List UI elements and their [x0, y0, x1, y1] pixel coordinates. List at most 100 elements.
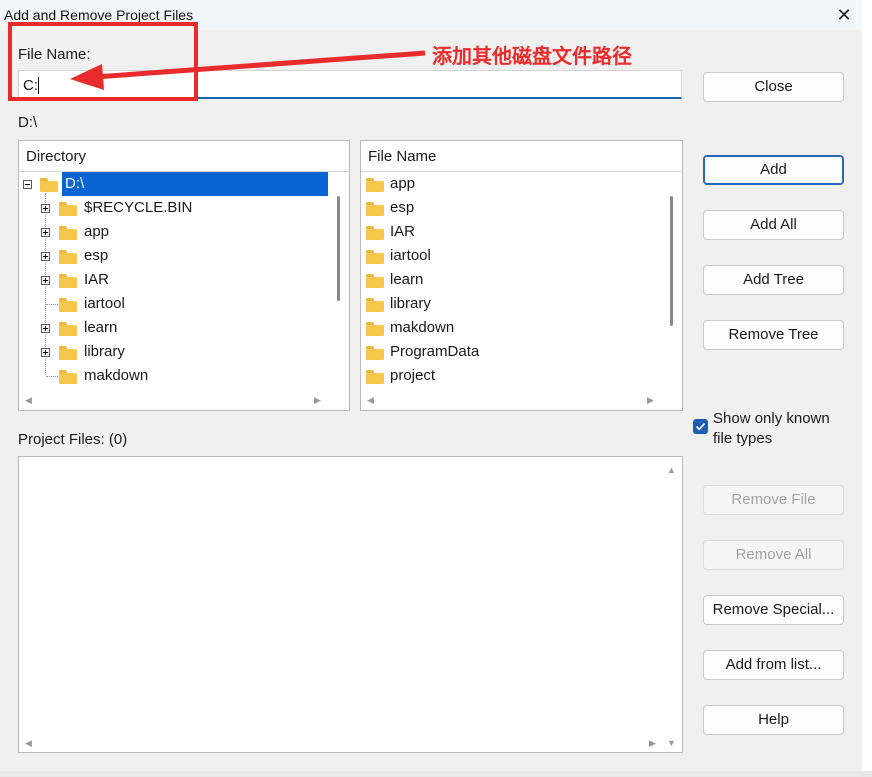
folder-icon [59, 274, 77, 288]
directory-column-header[interactable]: Directory [19, 141, 349, 172]
window-close-icon[interactable]: ✕ [829, 2, 859, 28]
file-vscroll-thumb[interactable] [670, 196, 673, 326]
file-name-column-header[interactable]: File Name [361, 141, 682, 172]
scroll-right-icon[interactable]: ▶ [647, 395, 654, 405]
folder-icon [366, 322, 384, 336]
scroll-up-icon[interactable]: ▲ [667, 465, 676, 475]
folder-icon [366, 274, 384, 288]
expand-icon[interactable] [41, 324, 50, 333]
file-list-item[interactable]: app [361, 172, 661, 196]
scroll-left-icon[interactable]: ◀ [367, 395, 374, 405]
file-list-item[interactable]: makdown [361, 316, 661, 340]
file-list-item[interactable]: iartool [361, 244, 661, 268]
file-list-item[interactable]: esp [361, 196, 661, 220]
directory-tree-item[interactable]: makdown [19, 364, 329, 388]
window-bottom-edge [0, 771, 872, 777]
expand-icon[interactable] [41, 204, 50, 213]
add-from-list-button[interactable]: Add from list... [703, 650, 844, 680]
folder-icon [59, 370, 77, 384]
expand-icon[interactable] [41, 348, 50, 357]
directory-vscroll-thumb[interactable] [337, 196, 340, 301]
scroll-right-icon[interactable]: ▶ [314, 395, 321, 405]
folder-icon [366, 298, 384, 312]
remove-special-button[interactable]: Remove Special... [703, 595, 844, 625]
selection-highlight [62, 172, 328, 196]
file-item-label: app [390, 175, 416, 192]
file-item-label: learn [390, 271, 424, 288]
folder-icon [366, 178, 384, 192]
show-known-label[interactable]: Show only known file types [713, 409, 853, 449]
remove-tree-button[interactable]: Remove Tree [703, 320, 844, 350]
checkmark-icon [695, 422, 706, 431]
remove-file-button[interactable]: Remove File [703, 485, 844, 515]
directory-tree-item[interactable]: esp [19, 244, 329, 268]
file-name-panel[interactable]: File Name app esp IAR iartool learn library ma… [360, 140, 683, 411]
file-item-label: iartool [390, 247, 431, 264]
directory-tree-item[interactable]: app [19, 220, 329, 244]
tree-root-label: D:\ [65, 175, 85, 192]
window-title: Add and Remove Project Files [4, 7, 194, 23]
folder-icon [366, 250, 384, 264]
folder-icon [59, 322, 77, 336]
scroll-down-icon[interactable]: ▼ [667, 738, 676, 748]
add-tree-button[interactable]: Add Tree [703, 265, 844, 295]
window-edge [862, 0, 872, 777]
directory-tree-item[interactable]: $RECYCLE.BIN [19, 196, 329, 220]
directory-tree-item[interactable]: IAR [19, 268, 329, 292]
file-item-label: esp [390, 199, 415, 216]
directory-panel[interactable]: Directory D:\ $RECYCLE.BIN app esp IAR iarto… [18, 140, 350, 411]
file-item-label: IAR [390, 223, 416, 240]
current-path: D:\ [18, 114, 38, 131]
file-list-item[interactable]: learn [361, 268, 661, 292]
file-list-item[interactable]: library [361, 292, 661, 316]
expand-icon[interactable] [41, 252, 50, 261]
directory-tree-item[interactable]: library [19, 340, 329, 364]
expand-icon[interactable] [41, 276, 50, 285]
directory-tree-item[interactable]: learn [19, 316, 329, 340]
file-item-label: library [390, 295, 431, 312]
directory-item-label: esp [84, 247, 109, 264]
folder-icon [366, 370, 384, 384]
close-button[interactable]: Close [703, 72, 844, 102]
scroll-left-icon[interactable]: ◀ [25, 395, 32, 405]
folder-icon [366, 226, 384, 240]
tree-line [46, 376, 58, 377]
help-button[interactable]: Help [703, 705, 844, 735]
project-files-label: Project Files: (0) [18, 431, 128, 448]
show-known-checkbox[interactable] [693, 419, 708, 434]
directory-item-label: $RECYCLE.BIN [84, 199, 193, 216]
annotation-text: 添加其他磁盘文件路径 [432, 44, 632, 68]
directory-item-label: library [84, 343, 125, 360]
expand-icon[interactable] [41, 228, 50, 237]
directory-item-label: makdown [84, 367, 149, 384]
folder-icon [59, 298, 77, 312]
add-all-button[interactable]: Add All [703, 210, 844, 240]
project-files-list[interactable]: ▲ ▼ ◀ ▶ [18, 456, 683, 753]
directory-tree-item[interactable]: iartool [19, 292, 329, 316]
directory-item-label: app [84, 223, 110, 240]
file-list-item[interactable]: project [361, 364, 661, 388]
annotation-highlight-box [8, 22, 198, 101]
directory-item-label: iartool [84, 295, 125, 312]
scroll-right-icon[interactable]: ▶ [649, 738, 656, 748]
folder-icon [59, 226, 77, 240]
folder-icon [40, 178, 58, 192]
collapse-icon[interactable] [23, 180, 32, 189]
file-item-label: makdown [390, 319, 455, 336]
scroll-left-icon[interactable]: ◀ [25, 738, 32, 748]
file-item-label: ProgramData [390, 343, 480, 360]
add-button[interactable]: Add [703, 155, 844, 185]
directory-item-label: IAR [84, 271, 110, 288]
folder-icon [366, 346, 384, 360]
folder-icon [59, 250, 77, 264]
remove-all-button[interactable]: Remove All [703, 540, 844, 570]
directory-item-label: learn [84, 319, 118, 336]
file-list-item[interactable]: ProgramData [361, 340, 661, 364]
tree-row-root[interactable]: D:\ [19, 172, 329, 196]
folder-icon [59, 202, 77, 216]
file-item-label: project [390, 367, 436, 384]
tree-line [46, 304, 58, 305]
folder-icon [59, 346, 77, 360]
file-list-item[interactable]: IAR [361, 220, 661, 244]
folder-icon [366, 202, 384, 216]
